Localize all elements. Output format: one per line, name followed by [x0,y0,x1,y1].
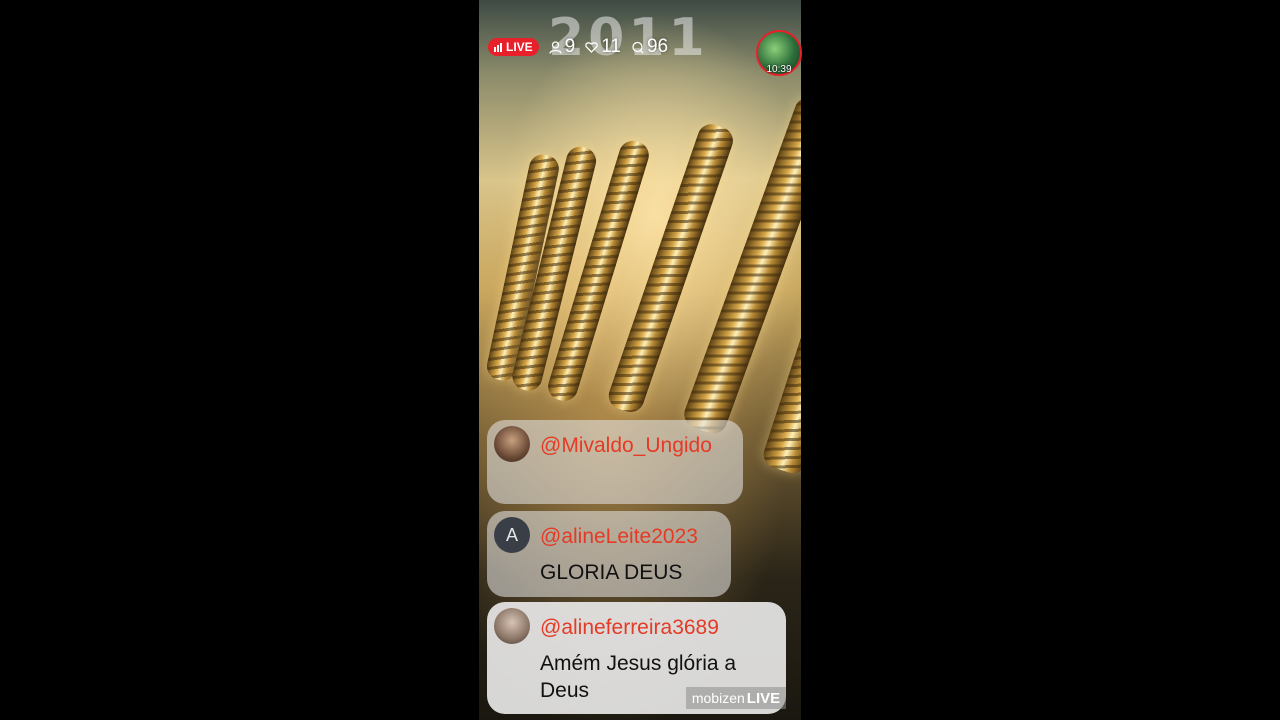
user-avatar[interactable] [494,426,530,462]
mobizen-watermark: mobizen LIVE [686,687,786,709]
comment-username[interactable]: @Mivaldo_Ungido [540,434,712,458]
chat-bubble-icon [632,41,644,53]
chat-comment: @Mivaldo_Ungido [487,420,743,504]
user-avatar[interactable]: A [494,517,530,553]
live-badge: LIVE [488,38,539,56]
avatar-letter: A [505,524,518,545]
watermark-suffix: LIVE [746,689,781,707]
comment-count: 96 [631,36,668,58]
like-count: 11 [585,36,621,58]
comment-username[interactable]: @alineferreira3689 [540,616,719,640]
host-time-label: 10:39 [766,64,792,75]
person-icon [549,40,562,54]
live-status-bar: LIVE 9 11 96 [488,36,668,58]
watermark-brand: mobizen [691,690,745,706]
live-label: LIVE [506,40,533,54]
viewer-count: 9 [549,36,575,58]
signal-bars-icon [494,42,502,52]
heart-icon [585,42,599,53]
user-avatar[interactable] [494,608,530,644]
comment-username[interactable]: @alineLeite2023 [540,525,698,549]
comment-text: GLORIA DEUS [540,561,683,584]
chat-comment: A @alineLeite2023 GLORIA DEUS [487,511,731,597]
